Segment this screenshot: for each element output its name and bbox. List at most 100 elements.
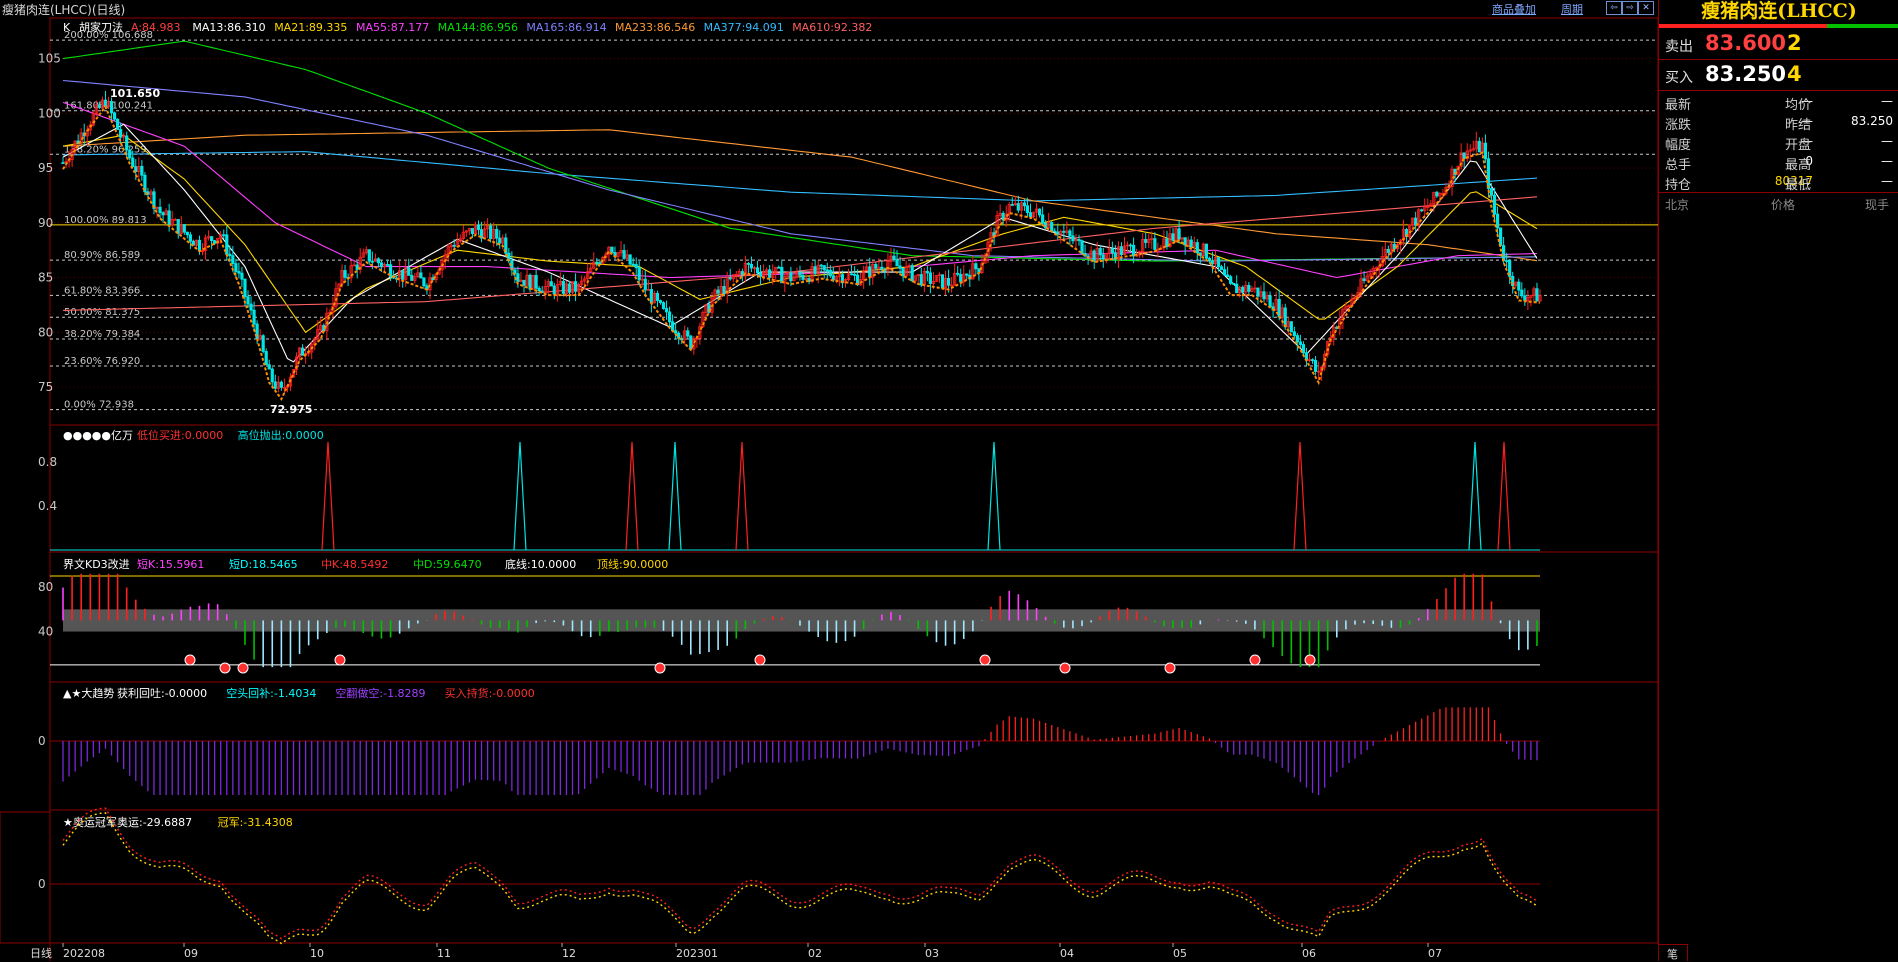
candle-body [959,273,963,283]
panel2-value: 高位抛出:0.0000 [238,428,324,442]
candle-body [1420,209,1424,212]
candle-body [777,266,781,269]
overlay-link[interactable]: 商品叠加 [1492,1,1536,17]
candle-body [112,112,117,120]
x-axis-label: 11 [437,947,451,960]
candle-body [1153,238,1157,250]
candle-body [1101,254,1105,260]
candle-body [637,267,641,281]
ma-line-ma165 [62,79,1538,262]
signal-spike [321,441,335,551]
trades-tab[interactable]: 笔 [1659,944,1688,961]
candle-body [910,265,914,282]
candle-body [401,270,405,280]
ma-value-label: A:84.983 [131,21,181,34]
candle-body [1268,295,1272,308]
sell-quote-row[interactable]: 卖出 83.600 2 [1659,30,1898,58]
trend-line [62,104,1541,402]
panel5-value: 冠军:-31.4308 [218,816,293,829]
smile-marker [1304,654,1316,666]
panel4-value: 获利回吐:-0.0000 [117,687,207,700]
candle-body [1262,291,1266,300]
candle-body [1041,214,1045,224]
chart-canvas[interactable]: 200.00% 106.688161.80% 100.241138.20% 96… [0,0,1658,961]
candle-body [628,254,632,265]
smile-marker [219,662,231,674]
candle-body [522,279,526,286]
buy-volume: 4 [1787,62,1802,86]
candle-body [610,246,614,253]
candle-body [1010,204,1014,206]
candle-body [1068,230,1072,237]
candle-body [243,278,247,298]
smile-marker [1059,662,1071,674]
stat-label: 最新 [1665,98,1692,113]
candle-body [1535,288,1539,302]
candle-body [300,347,305,356]
candle-body [868,266,872,278]
candle-body [552,285,556,295]
stat-label2: 开盘 [1785,138,1812,153]
period-link[interactable]: 周期 [1561,1,1583,17]
close-window-button[interactable]: ✕ [1638,1,1654,15]
panel3-title: 界文KD3改进 [63,557,130,571]
stat-value2: 83.250 [1851,114,1893,128]
ma-value-label: MA377:94.091 [704,21,784,34]
candle-body [158,206,162,213]
candle-body [549,281,553,287]
candle-body [819,264,823,267]
main-study-label: 胡家刀法 [79,20,123,34]
candle-body [1277,298,1281,318]
fib-label: 23.60% 76.920 [64,356,140,367]
champion-line [62,812,1538,945]
fib-label: 100.00% 89.813 [64,215,147,226]
sell-label: 卖出 [1665,39,1693,55]
candle-body [1283,307,1287,328]
candle-body [1171,233,1175,241]
candle-body [1222,269,1227,276]
x-axis-label: 04 [1060,947,1074,960]
candle-body [801,274,805,280]
ma-line-ma377 [63,151,1538,202]
candle-body [661,302,666,309]
candle-body [255,323,259,340]
candle-body [946,277,951,286]
candle-body [664,308,669,313]
stat-label2: 最低 [1785,178,1812,193]
candle-body [188,234,192,242]
candle-body [634,264,638,269]
candle-body [1292,331,1296,336]
candle-body [109,101,114,114]
candle-body [749,263,754,269]
candle-body [595,261,599,264]
candle-body [780,266,784,284]
buy-quote-row[interactable]: 买入 83.250 4 [1659,61,1898,89]
candle-body [270,368,274,383]
candle-body [261,335,265,352]
candle-body [419,272,423,279]
candle-body [1256,287,1260,297]
candle-body [210,236,214,242]
candle-body [173,219,177,221]
x-axis-label: 05 [1173,947,1187,960]
candle-body [1289,321,1293,333]
candle-body [1495,213,1500,229]
next-window-button[interactable]: ⇨ [1622,1,1638,15]
candle-body [197,239,202,252]
smile-marker [654,662,666,674]
buy-sell-ratio-bar [1659,24,1898,28]
candle-body [1301,344,1306,354]
candle-body [237,271,241,274]
candle-body [746,263,751,265]
candle-body [176,219,180,234]
x-axis-label: 03 [925,947,939,960]
candle-body [1216,257,1221,268]
x-axis-label: 10 [310,947,324,960]
candle-body [671,321,675,332]
prev-window-button[interactable]: ⇦ [1606,1,1622,15]
candle-body [279,381,283,388]
candle-body [573,281,578,292]
candle-body [115,118,120,130]
y-tick-label: 100 [38,106,61,120]
candle-body [1362,278,1366,281]
